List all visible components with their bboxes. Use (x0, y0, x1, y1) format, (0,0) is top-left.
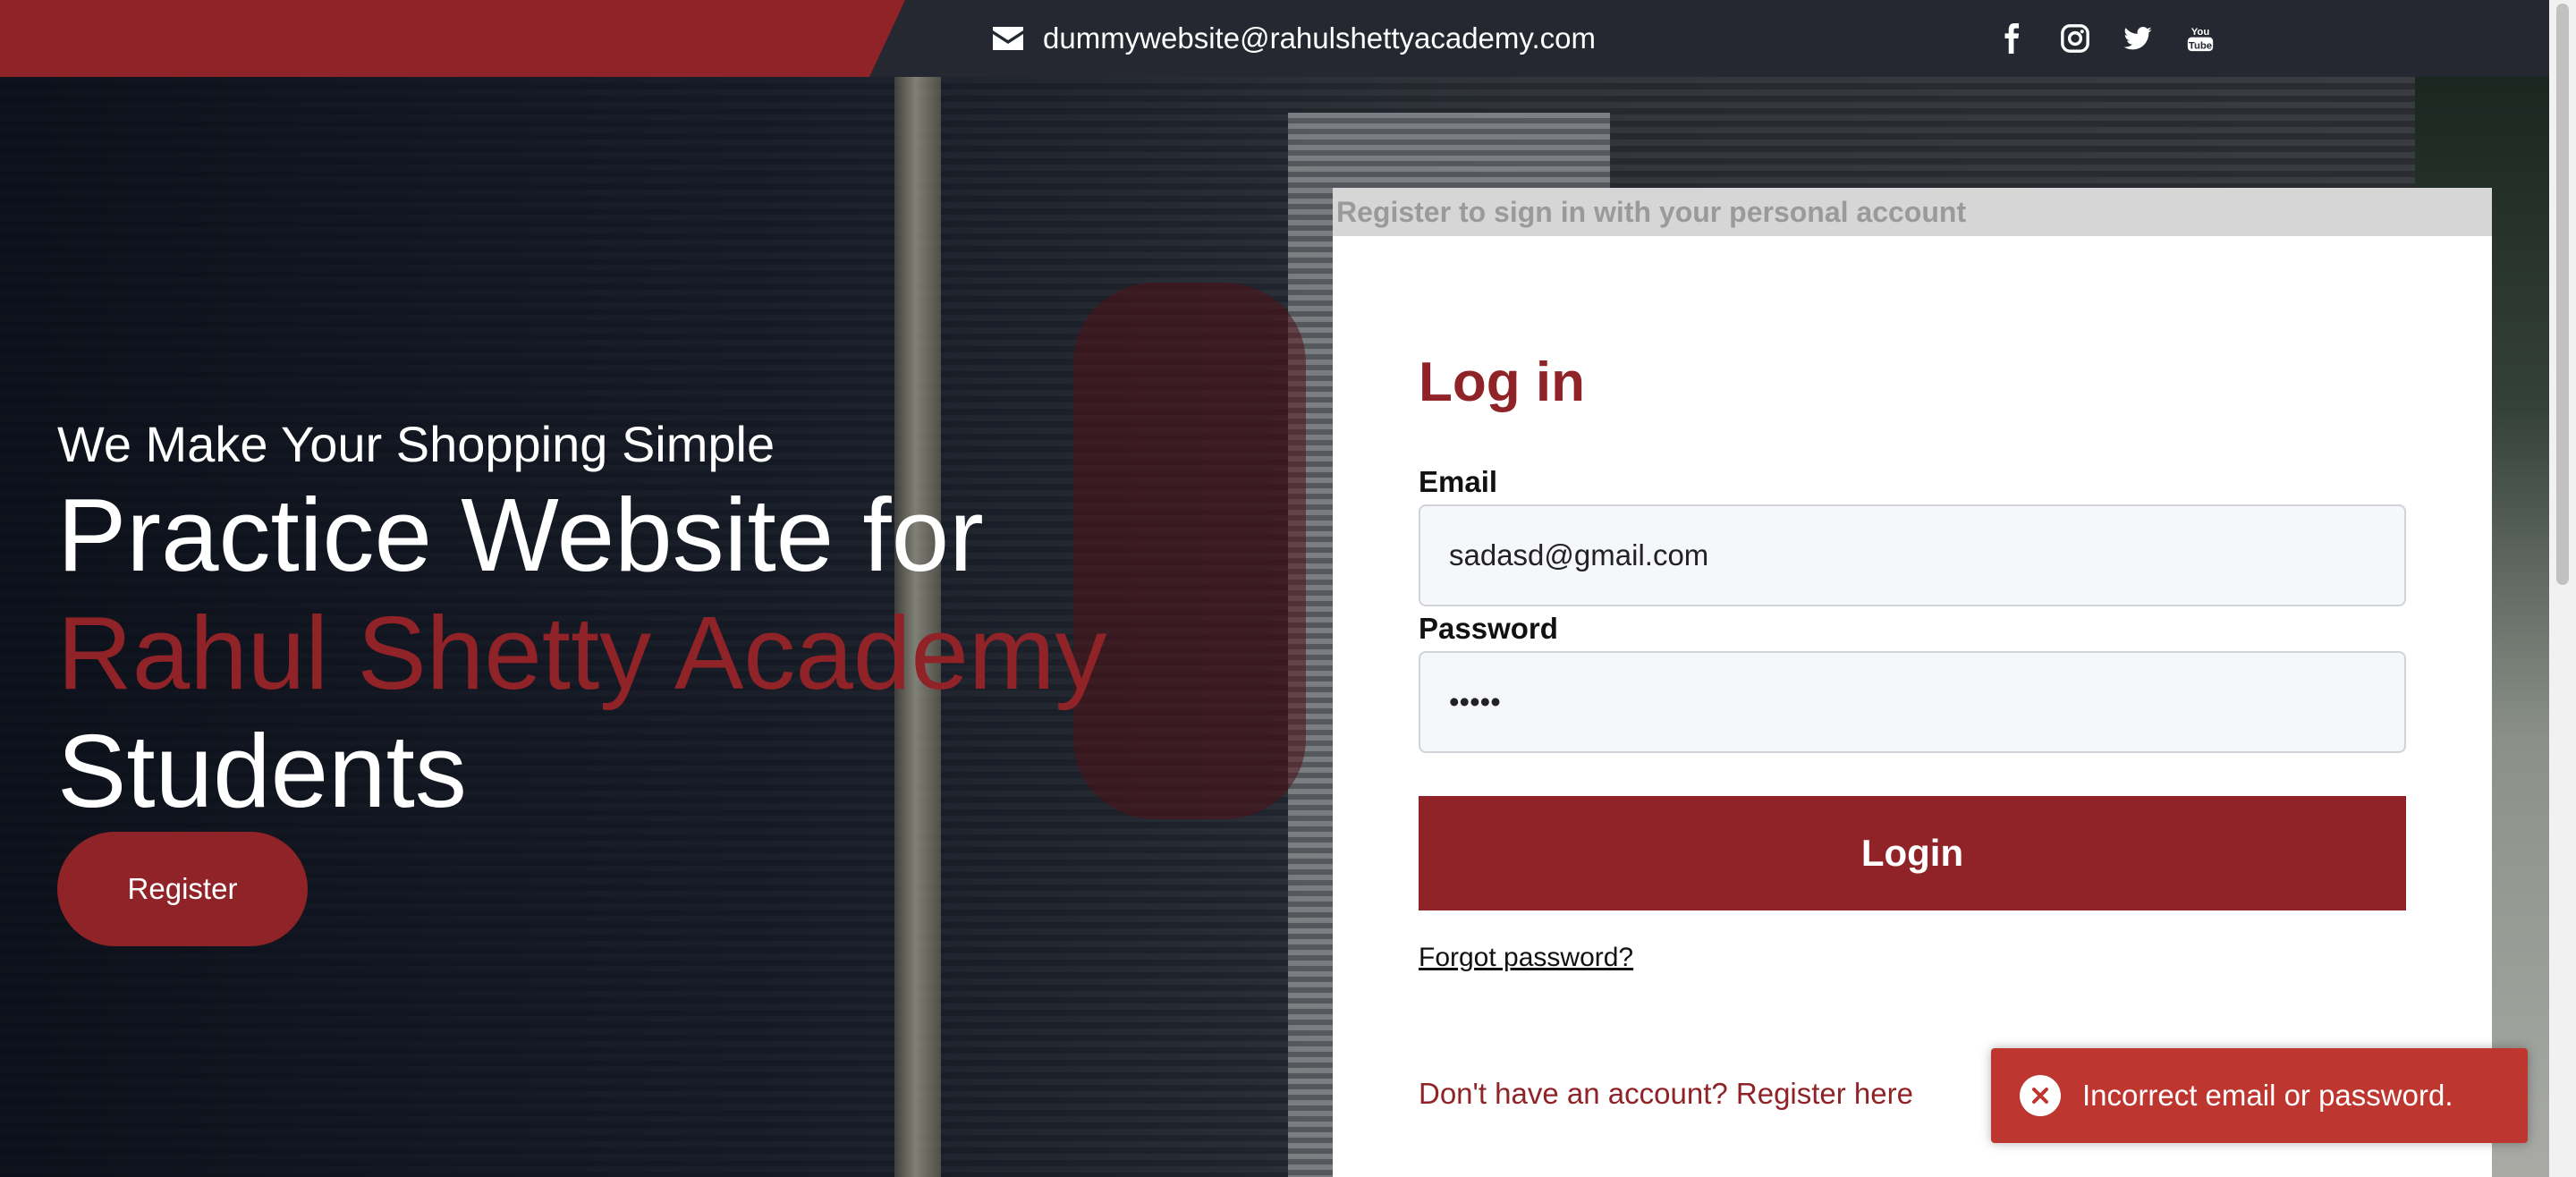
toast-message: Incorrect email or password. (2082, 1079, 2453, 1112)
headline-line-2: Rahul Shetty Academy (57, 595, 1107, 711)
password-label: Password (1419, 612, 1558, 645)
topbar-accent-stripe (0, 0, 905, 77)
hero-text: We Make Your Shopping Simple Practice We… (57, 413, 1107, 830)
scrollbar[interactable] (2549, 0, 2576, 1177)
hero-decor (1073, 283, 1306, 819)
scrollbar-thumb[interactable] (2556, 4, 2569, 585)
contact-email[interactable]: dummywebsite@rahulshettyacademy.com (993, 16, 1596, 61)
hero-headline: Practice Website for Rahul Shetty Academ… (57, 476, 1107, 830)
login-banner: Register to sign in with your personal a… (1333, 188, 2492, 236)
email-field[interactable] (1419, 504, 2406, 606)
error-x-icon (2020, 1075, 2061, 1116)
headline-line-1: Practice Website for (57, 477, 984, 593)
social-links: You Tube (1996, 18, 2216, 59)
svg-text:You: You (2191, 27, 2210, 38)
svg-text:Tube: Tube (2189, 40, 2212, 51)
password-field[interactable] (1419, 651, 2406, 753)
contact-email-text[interactable]: dummywebsite@rahulshettyacademy.com (1043, 21, 1596, 55)
register-button[interactable]: Register (57, 832, 308, 946)
top-bar: dummywebsite@rahulshettyacademy.com You T… (0, 0, 2549, 77)
headline-line-3: Students (57, 713, 467, 829)
register-here-link[interactable]: Don't have an account? Register here (1419, 1077, 1913, 1111)
youtube-icon[interactable]: You Tube (2184, 22, 2216, 55)
login-panel: Register to sign in with your personal a… (1333, 188, 2492, 1177)
error-toast[interactable]: Incorrect email or password. (1991, 1048, 2528, 1143)
forgot-password-link[interactable]: Forgot password? (1419, 943, 1633, 973)
email-label: Email (1419, 465, 1498, 498)
hero-tagline: We Make Your Shopping Simple (57, 416, 775, 472)
envelope-icon (993, 27, 1023, 50)
instagram-icon[interactable] (2059, 22, 2091, 55)
twitter-icon[interactable] (2122, 22, 2154, 55)
login-title: Log in (1419, 351, 1585, 413)
login-button[interactable]: Login (1419, 796, 2406, 910)
facebook-icon[interactable] (1996, 22, 2029, 55)
